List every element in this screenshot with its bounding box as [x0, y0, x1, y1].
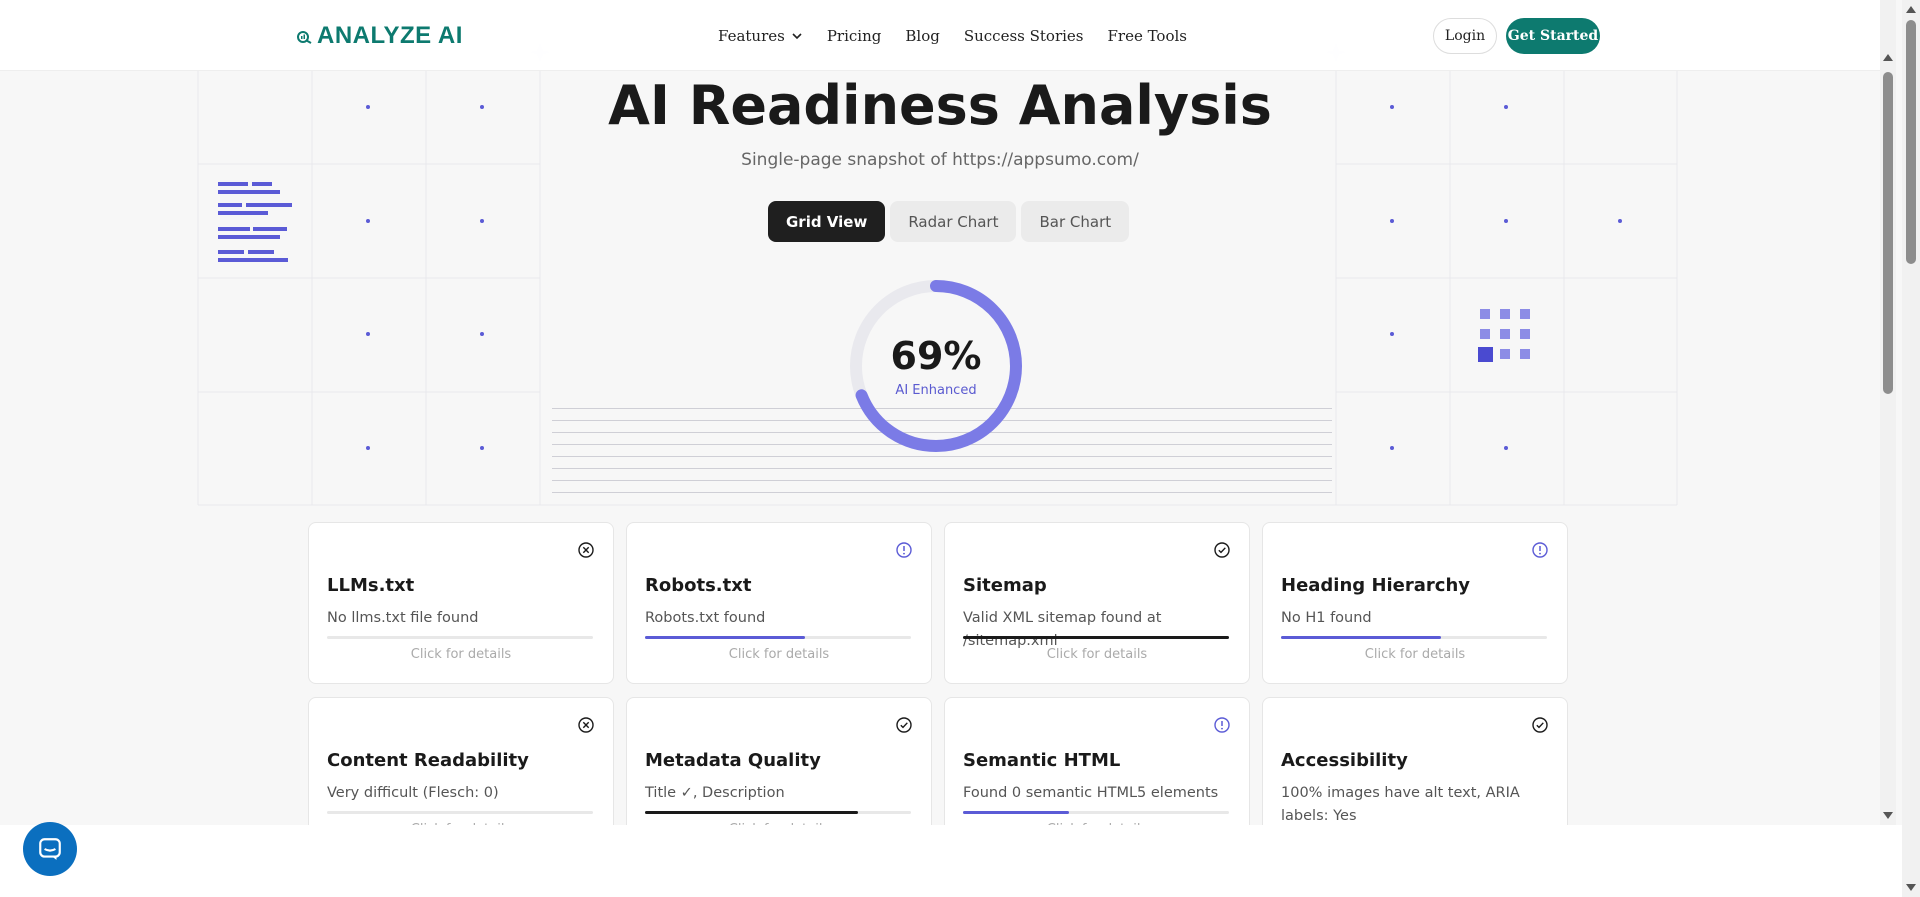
nav-free-tools[interactable]: Free Tools — [1107, 27, 1187, 45]
check-card[interactable]: Robots.txt Robots.txt found Click for deta… — [626, 522, 932, 684]
brand-name: ANALYZE AI — [317, 22, 463, 49]
fail-icon — [578, 542, 594, 558]
check-card-progress — [963, 811, 1229, 814]
check-card-description: No H1 found — [1281, 610, 1372, 626]
check-card-progress-fill — [645, 811, 858, 814]
check-card-progress-fill — [1281, 636, 1441, 639]
check-card[interactable]: Sitemap Valid XML sitemap found at /sitem… — [944, 522, 1250, 684]
scroll-up-icon[interactable] — [1883, 54, 1893, 61]
check-card[interactable]: Metadata Quality Title ✓, Description Clic… — [626, 697, 932, 825]
warning-icon — [896, 542, 912, 558]
main-nav: Features Pricing Blog Success Stories Fr… — [718, 27, 1211, 45]
check-card-description: Very difficult (Flesch: 0) — [327, 785, 499, 801]
login-button[interactable]: Login — [1433, 18, 1497, 54]
nav-pricing[interactable]: Pricing — [827, 27, 882, 45]
check-card[interactable]: Accessibility 100% images have alt text, … — [1262, 697, 1568, 825]
check-card-description: No llms.txt file found — [327, 610, 479, 626]
check-card[interactable]: Heading Hierarchy No H1 found Click for de… — [1262, 522, 1568, 684]
check-card-progress — [1281, 636, 1547, 639]
check-card-details-link[interactable]: Click for details — [627, 647, 931, 662]
check-card-title: Metadata Quality — [645, 750, 821, 771]
brand-logo[interactable]: ANALYZE AI — [297, 22, 463, 50]
nav-pricing-label: Pricing — [826, 27, 882, 45]
warning-icon — [1532, 542, 1548, 558]
check-card-progress-fill — [963, 636, 1229, 639]
window-scroll-up-icon[interactable] — [1906, 6, 1916, 13]
check-card-progress — [963, 636, 1229, 639]
check-card-title: Sitemap — [963, 575, 1047, 596]
get-started-button[interactable]: Get Started — [1506, 18, 1600, 54]
check-card-title: Accessibility — [1281, 750, 1408, 771]
warning-icon — [1214, 717, 1230, 733]
check-card-description: Found 0 semantic HTML5 elements — [963, 785, 1219, 801]
check-card-progress-fill — [645, 636, 805, 639]
page-subtitle: Single-page snapshot of https://appsumo.… — [741, 150, 1139, 170]
tab-radar-chart[interactable]: Radar Chart — [890, 201, 1017, 242]
check-card-title: Robots.txt — [645, 575, 752, 596]
pass-icon — [896, 717, 912, 733]
page-title: AI Readiness Analysis — [608, 74, 1272, 137]
check-card-progress — [327, 811, 593, 814]
check-card-details-link[interactable]: Click for details — [627, 822, 931, 825]
check-card-progress — [645, 636, 911, 639]
nav-blog[interactable]: Blog — [905, 27, 939, 45]
nav-features[interactable]: Features — [718, 27, 803, 45]
check-card[interactable]: Content Readability Very difficult (Flesc… — [308, 697, 614, 825]
check-card-details-link[interactable]: Click for details — [1263, 647, 1567, 662]
check-card-title: Content Readability — [327, 750, 529, 771]
check-card-progress-fill — [963, 811, 1070, 814]
content-scrollbar[interactable] — [1880, 0, 1896, 825]
nav-free-tools-label: Free Tools — [1107, 27, 1187, 45]
check-card-details-link[interactable]: Click for details — [309, 822, 613, 825]
view-tabs: Grid View Radar Chart Bar Chart — [768, 201, 1130, 242]
chat-icon — [39, 838, 61, 860]
logo-chart-icon — [297, 31, 312, 44]
nav-success-stories[interactable]: Success Stories — [964, 27, 1084, 45]
fail-icon — [578, 717, 594, 733]
check-card[interactable]: LLMs.txt No llms.txt file found Click for … — [308, 522, 614, 684]
check-card-title: Heading Hierarchy — [1281, 575, 1470, 596]
pass-icon — [1532, 717, 1548, 733]
check-card-progress — [327, 636, 593, 639]
app-frame: ANALYZE AI Features Pricing Blog Success… — [0, 0, 1902, 825]
check-card-description: 100% images have alt text, ARIA labels: … — [1281, 785, 1520, 824]
check-card-description: Title ✓, Description — [645, 785, 785, 801]
check-card-title: LLMs.txt — [327, 575, 415, 596]
window-scroll-thumb[interactable] — [1906, 20, 1916, 264]
scroll-down-icon[interactable] — [1883, 812, 1893, 819]
chevron-down-icon — [792, 33, 802, 40]
content-scroll-thumb[interactable] — [1883, 72, 1893, 394]
window-scrollbar[interactable] — [1902, 0, 1920, 897]
check-card-description: Robots.txt found — [645, 610, 766, 626]
check-card[interactable]: Semantic HTML Found 0 semantic HTML5 elem… — [944, 697, 1250, 825]
check-card-title: Semantic HTML — [963, 750, 1121, 771]
tab-grid-view[interactable]: Grid View — [768, 201, 886, 242]
nav-success-stories-label: Success Stories — [963, 27, 1084, 45]
score-value: 69% — [890, 334, 982, 378]
tab-bar-chart[interactable]: Bar Chart — [1021, 201, 1130, 242]
nav-blog-label: Blog — [905, 27, 940, 45]
pass-icon — [1214, 542, 1230, 558]
nav-features-label: Features — [718, 27, 785, 45]
top-navbar: ANALYZE AI Features Pricing Blog Success… — [0, 0, 1880, 71]
chat-launcher-button[interactable] — [23, 822, 77, 876]
score-label: AI Enhanced — [895, 383, 977, 398]
check-card-details-link[interactable]: Click for details — [945, 822, 1249, 825]
window-scroll-down-icon[interactable] — [1906, 884, 1916, 891]
check-card-details-link[interactable]: Click for details — [945, 647, 1249, 662]
check-card-progress — [645, 811, 911, 814]
check-card-details-link[interactable]: Click for details — [309, 647, 613, 662]
